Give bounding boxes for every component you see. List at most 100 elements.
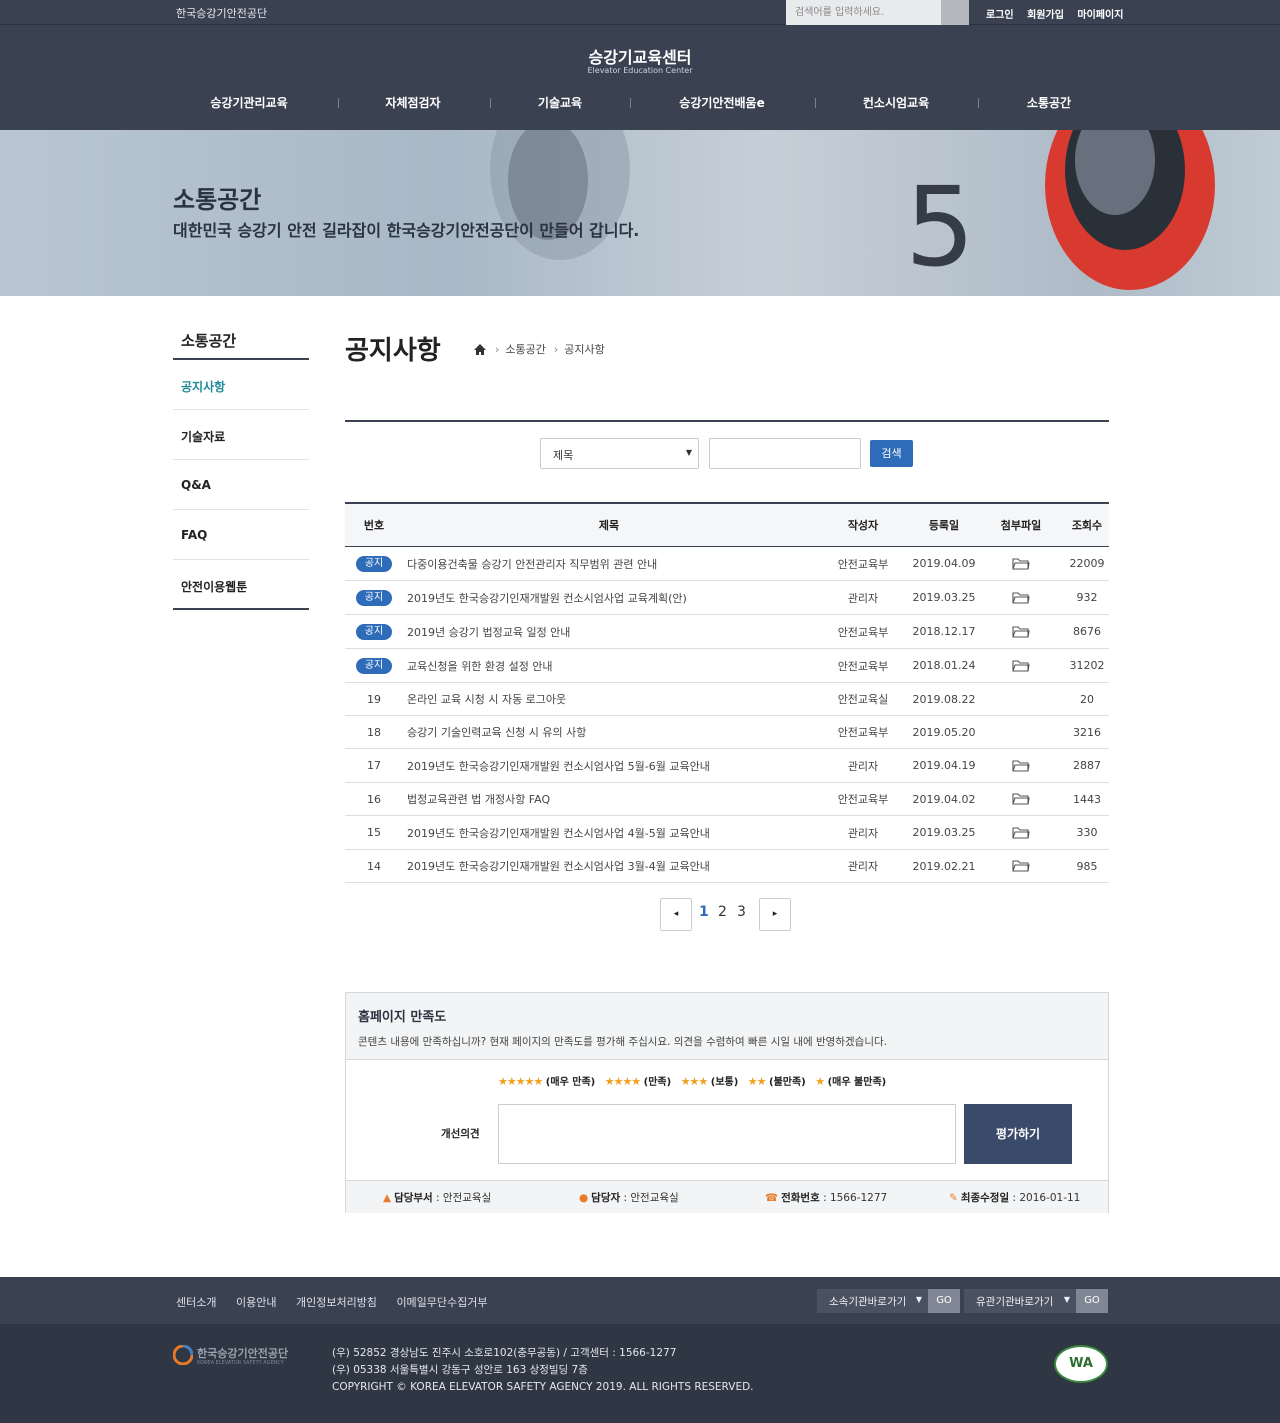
survey-description: 콘텐츠 내용에 만족하십니까? 현재 페이지의 만족도를 평가해 주십시요. 의… xyxy=(358,1036,887,1048)
page-title: 공지사항 xyxy=(345,336,441,366)
row-title-link[interactable]: 법정교육관련 법 개정사항 FAQ xyxy=(403,791,815,807)
rating-label: (만족) xyxy=(643,1077,672,1088)
row-title-link[interactable]: 2019년도 한국승강기인재개발원 컨소시엄사업 4월-5월 교육안내 xyxy=(403,825,815,841)
gnb-item-self-inspector[interactable]: 자체점검자 xyxy=(385,94,440,111)
rating-satisfied[interactable]: ★★★★ (만족) xyxy=(605,1075,672,1088)
svg-text:5: 5 xyxy=(905,163,975,291)
folder-icon[interactable] xyxy=(1012,557,1030,571)
footer-link-guide[interactable]: 이용안내 xyxy=(236,1296,276,1309)
page-number[interactable]: 2 xyxy=(718,904,727,920)
row-author: 안전교육부 xyxy=(837,625,889,639)
logo-title[interactable]: 승강기교육센터 xyxy=(0,44,1280,68)
table-row[interactable]: 공지 2019년 승강기 법정교육 일정 안내 안전교육부 2018.12.17 867… xyxy=(345,615,1109,649)
logo-subtitle: Elevator Education Center xyxy=(587,66,693,75)
row-views: 330 xyxy=(1076,826,1098,839)
col-header-attachment: 첨부파일 xyxy=(1000,519,1042,532)
affiliate-go-button[interactable]: GO xyxy=(928,1289,960,1313)
folder-icon[interactable] xyxy=(1012,826,1030,840)
gnb-item-safety-elearning[interactable]: 승강기안전배움e xyxy=(679,94,764,111)
col-header-views: 조회수 xyxy=(1071,519,1103,532)
address-line-1: (우) 52852 경상남도 진주시 소호로102(충무공동) / 고객센터 :… xyxy=(332,1347,677,1359)
related-org-go-button[interactable]: GO xyxy=(1076,1289,1108,1313)
site-search-button[interactable] xyxy=(941,0,969,25)
row-date: 2018.12.17 xyxy=(912,625,976,638)
search-button[interactable]: 검색 xyxy=(870,440,913,467)
submit-rating-button[interactable]: 평가하기 xyxy=(964,1104,1072,1164)
row-title-link[interactable]: 승강기 기술인력교육 신청 시 유의 사항 xyxy=(403,724,815,740)
footer-link-about[interactable]: 센터소개 xyxy=(176,1296,216,1309)
notice-table: 번호 제목 작성자 등록일 첨부파일 조회수 공지 다중이용건축물 승강기 안전관… xyxy=(345,502,1109,883)
rating-very-satisfied[interactable]: ★★★★★ (매우 만족) xyxy=(498,1075,595,1088)
search-keyword-input[interactable] xyxy=(709,438,861,469)
page-number-current[interactable]: 1 xyxy=(699,904,709,920)
gnb-separator xyxy=(490,98,491,108)
page-number[interactable]: 3 xyxy=(737,904,746,920)
row-views: 22009 xyxy=(1069,557,1105,570)
row-title-link[interactable]: 온라인 교육 시청 시 자동 로그아웃 xyxy=(403,691,815,707)
rating-label: (불만족) xyxy=(769,1077,806,1088)
web-accessibility-mark[interactable]: WA xyxy=(1054,1345,1108,1383)
rating-very-dissatisfied[interactable]: ★ (매우 불만족) xyxy=(815,1075,886,1088)
row-title-link[interactable]: 다중이용건축물 승강기 안전관리자 직무범위 관련 안내 xyxy=(403,556,815,572)
mypage-link[interactable]: 마이페이지 xyxy=(1077,10,1123,21)
address-line-2: (우) 05338 서울특별시 강동구 성안로 163 상정빌딩 7층 xyxy=(332,1364,588,1376)
row-author: 안전교육부 xyxy=(837,557,889,571)
breadcrumb-item[interactable]: 소통공간 xyxy=(505,341,545,357)
search-field-select[interactable]: 제목 ▼ xyxy=(540,438,699,469)
gnb-item-elevator-management[interactable]: 승강기관리교육 xyxy=(210,94,287,111)
pencil-icon: ✎ xyxy=(949,1192,958,1204)
notice-badge: 공지 xyxy=(356,623,392,640)
folder-icon[interactable] xyxy=(1012,759,1030,773)
table-body: 공지 다중이용건축물 승강기 안전관리자 직무범위 관련 안내 안전교육부 2019.… xyxy=(345,547,1109,883)
footer-link-email-policy[interactable]: 이메일무단수집거부 xyxy=(396,1296,487,1309)
gnb-item-community[interactable]: 소통공간 xyxy=(1027,94,1071,111)
gnb-item-tech-education[interactable]: 기술교육 xyxy=(538,94,582,111)
side-nav-item-webtoon[interactable]: 안전이용웹툰 xyxy=(173,560,309,610)
folder-icon[interactable] xyxy=(1012,625,1030,639)
table-row[interactable]: 18 승강기 기술인력교육 신청 시 유의 사항 안전교육부 2019.05.20 32… xyxy=(345,716,1109,749)
folder-icon[interactable] xyxy=(1012,859,1030,873)
side-nav-item-notice[interactable]: 공지사항 xyxy=(173,360,309,410)
table-row[interactable]: 공지 2019년도 한국승강기인재개발원 컨소시엄사업 교육계획(안) 관리자 201… xyxy=(345,581,1109,615)
rating-neutral[interactable]: ★★★ (보통) xyxy=(681,1075,739,1088)
next-page-button[interactable]: ▸ xyxy=(759,898,791,931)
rating-options: ★★★★★ (매우 만족) ★★★★ (만족) ★★★ (보통) ★★ (불만족… xyxy=(498,1073,892,1088)
gnb-item-consortium[interactable]: 컨소시엄교육 xyxy=(863,94,929,111)
table-row[interactable]: 14 2019년도 한국승강기인재개발원 컨소시엄사업 3월-4월 교육안내 관리자… xyxy=(345,850,1109,883)
pagination: ◂ 1 2 3 ▸ xyxy=(660,898,792,931)
login-link[interactable]: 로그인 xyxy=(986,10,1014,21)
table-row[interactable]: 16 법정교육관련 법 개정사항 FAQ 안전교육부 2019.04.02 1443 xyxy=(345,783,1109,816)
row-date: 2019.04.19 xyxy=(912,759,976,772)
row-number: 공지 xyxy=(345,657,403,674)
row-title-link[interactable]: 교육신청을 위한 환경 설정 안내 xyxy=(403,658,815,674)
signup-link[interactable]: 회원가입 xyxy=(1027,10,1064,21)
col-header-author: 작성자 xyxy=(847,519,879,532)
folder-icon[interactable] xyxy=(1012,659,1030,673)
footer-link-privacy[interactable]: 개인정보처리방침 xyxy=(296,1296,377,1309)
folder-icon[interactable] xyxy=(1012,792,1030,806)
row-title-link[interactable]: 2019년 승강기 법정교육 일정 안내 xyxy=(403,624,815,640)
table-row[interactable]: 19 온라인 교육 시청 시 자동 로그아웃 안전교육실 2019.08.22 20 xyxy=(345,683,1109,716)
side-nav-item-faq[interactable]: FAQ xyxy=(173,510,309,560)
row-title-link[interactable]: 2019년도 한국승강기인재개발원 컨소시엄사업 교육계획(안) xyxy=(403,590,815,606)
org-name[interactable]: 한국승강기안전공단 xyxy=(176,5,267,21)
side-nav-item-qna[interactable]: Q&A xyxy=(173,460,309,510)
table-row[interactable]: 15 2019년도 한국승강기인재개발원 컨소시엄사업 4월-5월 교육안내 관리자… xyxy=(345,816,1109,850)
table-row[interactable]: 공지 다중이용건축물 승강기 안전관리자 직무범위 관련 안내 안전교육부 2019.… xyxy=(345,547,1109,581)
notice-badge: 공지 xyxy=(356,657,392,674)
opinion-textarea[interactable] xyxy=(498,1104,956,1164)
rating-dissatisfied[interactable]: ★★ (불만족) xyxy=(748,1075,806,1088)
related-org-select[interactable]: 유관기관바로가기 ▼ xyxy=(964,1289,1076,1313)
side-nav-item-tech-docs[interactable]: 기술자료 xyxy=(173,410,309,460)
site-search-input[interactable]: 검색어를 입력하세요. xyxy=(786,0,941,25)
table-row[interactable]: 17 2019년도 한국승강기인재개발원 컨소시엄사업 5월-6월 교육안내 관리자… xyxy=(345,749,1109,783)
row-number: 15 xyxy=(367,826,381,839)
row-title-link[interactable]: 2019년도 한국승강기인재개발원 컨소시엄사업 5월-6월 교육안내 xyxy=(403,758,815,774)
site-header: 승강기교육센터 Elevator Education Center 승강기관리교… xyxy=(0,25,1280,130)
row-title-link[interactable]: 2019년도 한국승강기인재개발원 컨소시엄사업 3월-4월 교육안내 xyxy=(403,858,815,874)
folder-icon[interactable] xyxy=(1012,591,1030,605)
prev-page-button[interactable]: ◂ xyxy=(660,898,692,931)
home-icon[interactable] xyxy=(473,343,487,356)
table-row[interactable]: 공지 교육신청을 위한 환경 설정 안내 안전교육부 2018.01.24 31202 xyxy=(345,649,1109,683)
affiliate-select[interactable]: 소속기관바로가기 ▼ xyxy=(817,1289,928,1313)
